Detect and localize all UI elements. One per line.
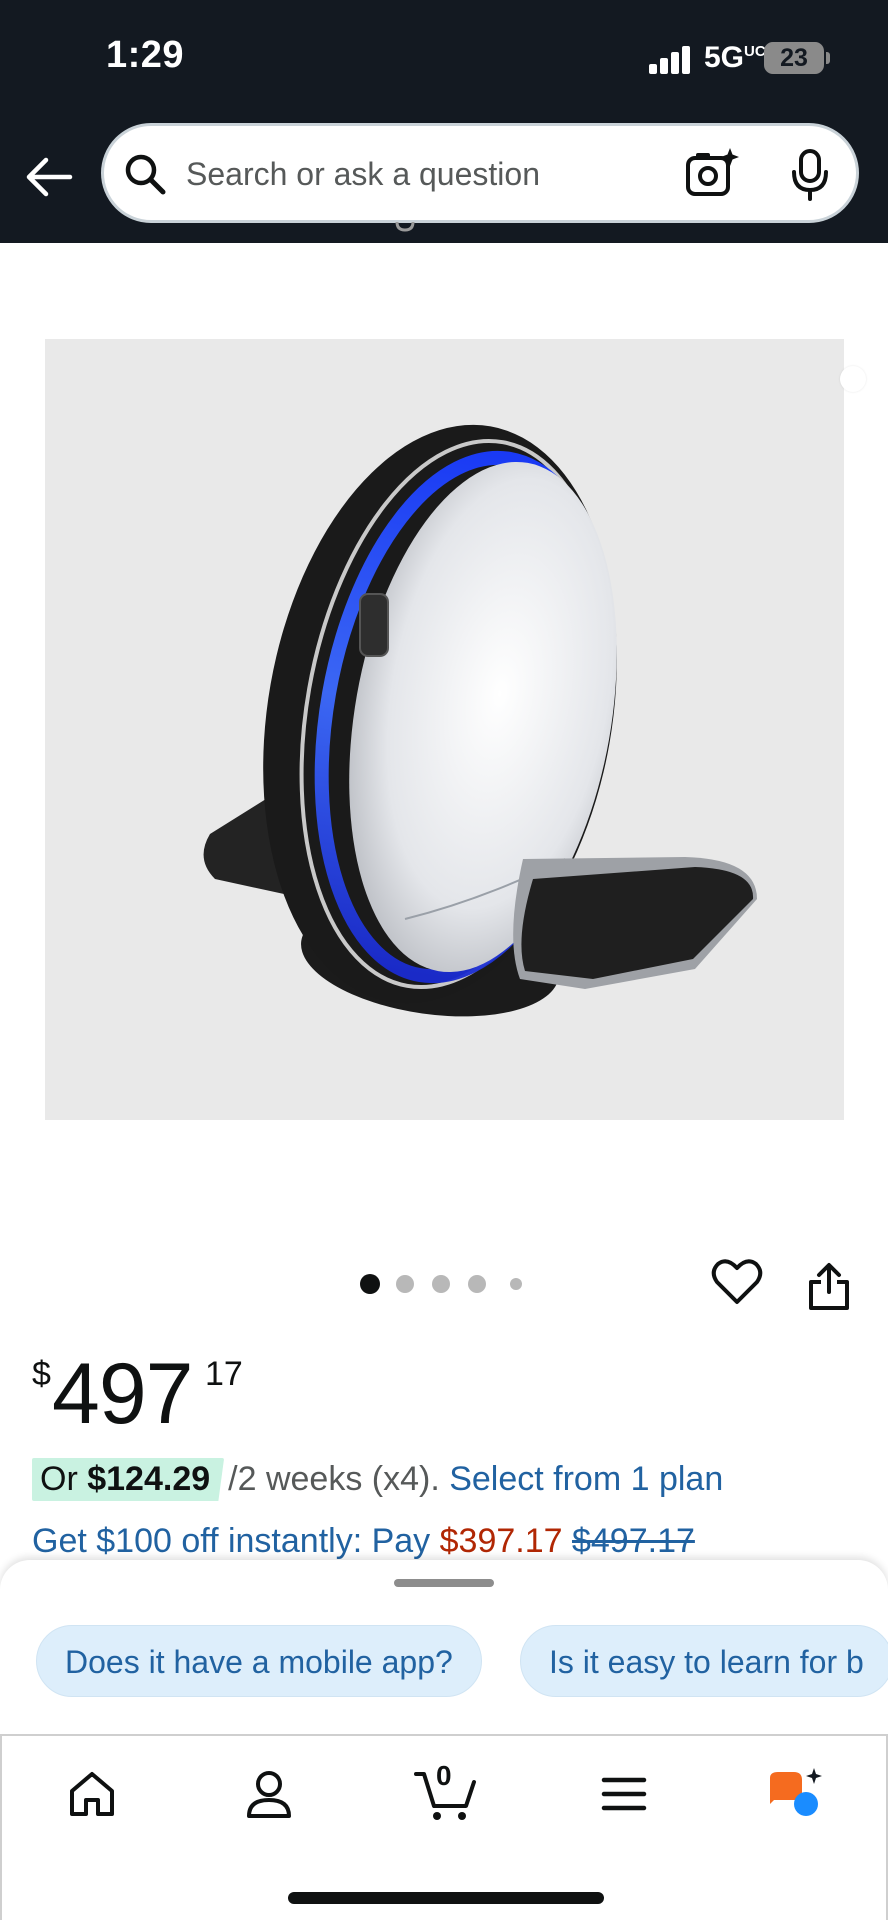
app-header: 1:29 5GUC 23 (0, 0, 888, 243)
image-edge-indicator (840, 366, 866, 392)
carousel-dot[interactable] (468, 1275, 486, 1293)
cellular-signal-icon (649, 46, 693, 74)
price-whole: 497 (52, 1346, 193, 1442)
search-icon (125, 154, 166, 195)
cart-count: 0 (436, 1760, 452, 1791)
carousel-dot[interactable] (432, 1275, 450, 1293)
network-type: 5GUC (704, 41, 766, 74)
carousel-dot[interactable] (396, 1275, 414, 1293)
unicycle-illustration (203, 424, 757, 1017)
offer-text: Get $100 off instantly: Pay (32, 1522, 431, 1560)
scrolled-text-fragment (395, 222, 415, 232)
cart-button[interactable]: 0 (412, 1760, 478, 1824)
select-plan-link[interactable]: Select from 1 plan (449, 1460, 723, 1498)
installment-offer: Or $124.29/2 weeks (x4). Select from 1 p… (32, 1458, 723, 1508)
status-time: 1:29 (106, 34, 185, 76)
price-symbol: $ (32, 1355, 51, 1393)
heart-icon[interactable] (711, 1258, 763, 1306)
product-image[interactable] (45, 339, 844, 1120)
carousel-dot-active[interactable] (360, 1274, 380, 1294)
instant-discount-offer[interactable]: Get $100 off instantly: Pay $397.17 $497… (32, 1522, 695, 1561)
share-icon[interactable] (806, 1262, 852, 1312)
price-fraction: 17 (205, 1355, 243, 1393)
battery-icon: 23 (764, 42, 824, 74)
battery-tip (826, 52, 830, 64)
microphone-icon[interactable] (787, 148, 833, 202)
offer-new-price: $397.17 (439, 1522, 563, 1560)
home-icon[interactable] (62, 1764, 122, 1824)
carousel-dot[interactable] (510, 1278, 522, 1290)
suggestion-chip[interactable]: Is it easy to learn for b (520, 1625, 888, 1697)
search-input[interactable] (186, 144, 706, 204)
back-arrow-icon[interactable] (22, 150, 76, 204)
offer-old-price: $497.17 (571, 1522, 695, 1560)
rufus-icon[interactable] (764, 1764, 824, 1824)
home-indicator (288, 1892, 604, 1904)
installment-period: /2 weeks (x4). (228, 1460, 440, 1498)
product-page: 1:29 5GUC 23 Search or ask a question $ … (0, 0, 888, 1920)
search-bar[interactable] (101, 123, 859, 223)
account-icon[interactable] (239, 1764, 299, 1824)
sheet-drag-handle[interactable] (394, 1579, 494, 1587)
camera-icon[interactable] (684, 146, 740, 202)
menu-icon[interactable] (594, 1764, 654, 1824)
suggestion-chip[interactable]: Does it have a mobile app? (36, 1625, 482, 1697)
bottom-tab-bar: 0 (0, 1734, 888, 1920)
rufus-suggestion-sheet: Does it have a mobile app? Is it easy to… (0, 1560, 888, 1735)
installment-badge: Or $124.29 (32, 1458, 225, 1501)
battery-level: 23 (780, 44, 808, 72)
